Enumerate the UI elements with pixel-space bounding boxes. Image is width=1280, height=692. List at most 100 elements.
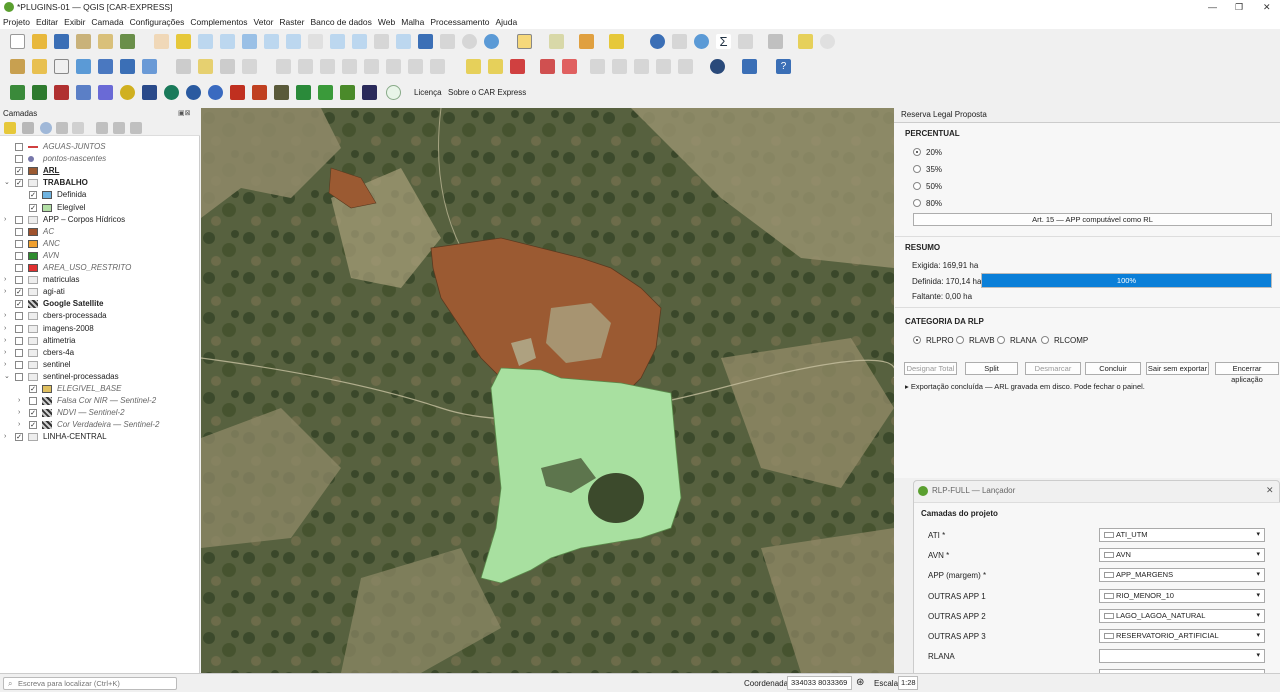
art15-button[interactable]: Art. 15 — APP computável como RL — [913, 213, 1272, 226]
pan-to-selection-icon[interactable] — [176, 34, 191, 49]
layer-row[interactable]: › APP – Corpos Hídricos — [0, 214, 198, 226]
menu-exibir[interactable]: Exibir — [61, 15, 88, 29]
save-edits-icon[interactable] — [220, 59, 235, 74]
split-button[interactable]: Split — [965, 362, 1018, 375]
layer-visibility-checkbox[interactable] — [15, 372, 23, 381]
layer-row[interactable]: AVN — [0, 250, 198, 262]
layer-visibility-checkbox[interactable] — [15, 348, 23, 357]
layer-visibility-checkbox[interactable] — [15, 324, 23, 333]
expand-arrow-icon[interactable]: › — [18, 395, 20, 407]
car-map-icon[interactable] — [142, 85, 157, 100]
car-satellite-icon[interactable] — [362, 85, 377, 100]
layer-visibility-checkbox[interactable]: ✓ — [29, 203, 37, 212]
car-layer-icon[interactable] — [54, 85, 69, 100]
car-world-icon[interactable] — [208, 85, 223, 100]
zoom-native-icon[interactable] — [308, 34, 323, 49]
layer-row[interactable]: ✓ Elegível — [0, 202, 198, 214]
launcher-layer-combo[interactable]: RESERVATORIO_ARTIFICIAL ▾ — [1099, 629, 1265, 643]
toggle-editing-icon[interactable] — [198, 59, 213, 74]
layer-visibility-checkbox[interactable] — [15, 336, 23, 345]
layer-row[interactable]: › Falsa Cor NIR — Sentinel-2 — [0, 395, 198, 407]
launcher-layer-combo[interactable]: AVN ▾ — [1099, 548, 1265, 563]
layer-row[interactable]: › ✓ LINHA-CENTRAL — [0, 431, 198, 443]
remove-layer-icon[interactable] — [130, 122, 142, 134]
open-project-icon[interactable] — [32, 34, 47, 49]
menu-raster[interactable]: Raster — [276, 15, 307, 29]
layer-visibility-checkbox[interactable]: ✓ — [15, 288, 23, 297]
layer-row[interactable]: ANC — [0, 238, 198, 250]
settings-gear-icon[interactable] — [694, 34, 709, 49]
car-express-icon[interactable] — [10, 85, 25, 100]
radio-rlcomp[interactable] — [1041, 336, 1049, 344]
layer-row[interactable]: › sentinel — [0, 359, 198, 371]
menu-malha[interactable]: Malha — [398, 15, 427, 29]
menu-camada[interactable]: Camada — [88, 15, 126, 29]
zoom-in-icon[interactable] — [198, 34, 213, 49]
expand-arrow-icon[interactable]: › — [4, 274, 6, 286]
layer-visibility-checkbox[interactable] — [15, 251, 23, 260]
launcher-layer-combo[interactable]: ATI_UTM ▾ — [1099, 528, 1265, 542]
zoom-out-icon[interactable] — [220, 34, 235, 49]
new-map-view-icon[interactable] — [374, 34, 389, 49]
select-features-icon[interactable] — [517, 34, 532, 49]
coordinate-field[interactable]: 334033 8033369 — [787, 676, 852, 690]
layer-visibility-checkbox[interactable]: ✓ — [15, 167, 23, 176]
layer-row[interactable]: ✓ Google Satellite — [0, 298, 198, 310]
map-canvas[interactable] — [201, 108, 894, 673]
cut-features-icon[interactable] — [342, 59, 357, 74]
python-console-icon[interactable] — [742, 59, 757, 74]
encerrar-aplicacao-button[interactable]: Encerrar aplicação — [1215, 362, 1279, 384]
launcher-close-icon[interactable]: ✕ — [1266, 485, 1274, 496]
menu-configuracoes[interactable]: Configurações — [127, 15, 188, 29]
show-hide-labels-icon[interactable] — [562, 59, 577, 74]
layer-visibility-checkbox[interactable]: ✓ — [15, 433, 23, 442]
expand-arrow-icon[interactable]: › — [4, 359, 6, 371]
style-manager-icon[interactable] — [120, 34, 135, 49]
car-fire-icon[interactable] — [230, 85, 245, 100]
layer-visibility-checkbox[interactable] — [15, 227, 23, 236]
zoom-next-icon[interactable] — [352, 34, 367, 49]
expand-arrow-icon[interactable]: › — [4, 286, 6, 298]
radio-rlavb[interactable] — [956, 336, 964, 344]
menu-complementos[interactable]: Complementos — [187, 15, 250, 29]
expand-arrow-icon[interactable]: › — [18, 419, 20, 431]
launcher-layer-combo[interactable]: RIO_MENOR_10 ▾ — [1099, 588, 1265, 603]
new-project-icon[interactable] — [10, 34, 25, 49]
new-3d-view-icon[interactable] — [396, 34, 411, 49]
locator-search[interactable]: ⌕ — [3, 677, 177, 690]
radio-35[interactable] — [913, 165, 921, 173]
menu-vetor[interactable]: Vetor — [251, 15, 277, 29]
bookmarks-manager-icon[interactable] — [440, 34, 455, 49]
layer-visibility-checkbox[interactable] — [15, 312, 23, 321]
radio-rlpro[interactable] — [913, 336, 921, 344]
designar-total-button[interactable]: Designar Total — [904, 362, 957, 375]
vertex-tool-icon[interactable] — [276, 59, 291, 74]
expand-arrow-icon[interactable]: › — [18, 407, 20, 419]
car-vegetation-icon[interactable] — [340, 85, 355, 100]
identify-icon[interactable] — [650, 34, 665, 49]
layer-row[interactable]: › ✓ NDVI — Sentinel-2 — [0, 407, 198, 419]
measure-icon[interactable] — [768, 34, 783, 49]
edit-pencil-icon[interactable] — [176, 59, 191, 74]
label-abc-icon[interactable] — [466, 59, 481, 74]
close-icon[interactable]: ✕ — [1263, 2, 1271, 13]
expand-arrow-icon[interactable]: › — [4, 431, 6, 443]
add-database-icon[interactable] — [98, 59, 113, 74]
pan-hand-icon[interactable] — [154, 34, 169, 49]
layer-row[interactable]: ✓ ELEGIVEL_BASE — [0, 383, 198, 395]
layer-row[interactable]: › ✓ Cor Verdadeira — Sentinel-2 — [0, 419, 198, 431]
filter-legend-icon[interactable] — [56, 122, 68, 134]
radio-50[interactable] — [913, 182, 921, 190]
scale-field[interactable]: 1:28 — [898, 676, 918, 690]
car-tree-icon[interactable] — [318, 85, 333, 100]
menu-projeto[interactable]: Projeto — [0, 15, 33, 29]
launcher-layer-combo[interactable]: LAGO_LAGOA_NATURAL ▾ — [1099, 608, 1265, 623]
layer-visibility-checkbox[interactable] — [15, 276, 23, 285]
map-tips-icon[interactable] — [820, 34, 835, 49]
layer-visibility-checkbox[interactable] — [15, 239, 23, 248]
refresh-icon[interactable] — [484, 34, 499, 49]
layer-row[interactable]: ⌄ sentinel-processadas — [0, 371, 198, 383]
layer-row[interactable]: AGUAS-JUNTOS — [0, 141, 198, 153]
add-group-icon[interactable] — [22, 122, 34, 134]
car-tools-icon[interactable] — [98, 85, 113, 100]
